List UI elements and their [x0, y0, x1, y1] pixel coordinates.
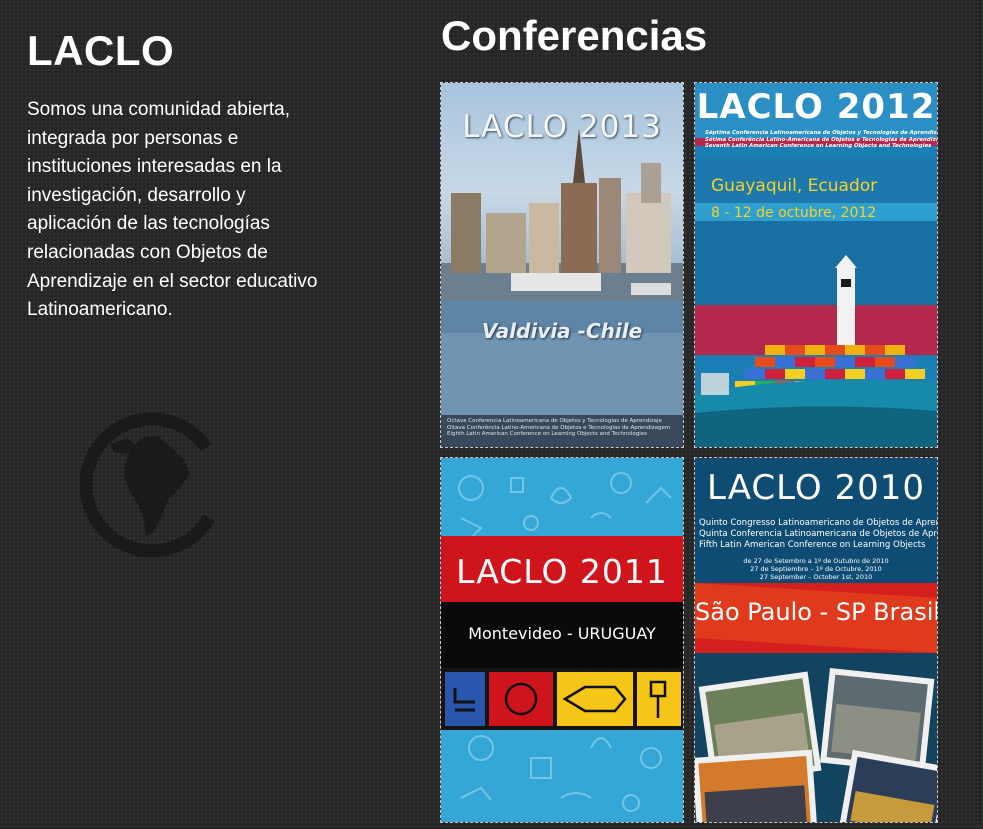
poster-location: São Paulo - SP Brasil — [695, 598, 937, 626]
conference-card-2013[interactable]: LACLO 2013 Valdivia -Chile Octava Confer… — [440, 82, 684, 448]
conferences-heading: Conferencias — [441, 12, 708, 59]
poster-2011: LACLO 2011 Montevideo - URUGUAY — [441, 458, 683, 822]
poster-location: Valdivia -Chile — [481, 319, 643, 343]
poster-dates: 8 - 12 de octubre, 2012 — [711, 205, 877, 221]
poster-title: LACLO 2010 — [707, 468, 925, 508]
poster-title: LACLO 2011 — [456, 552, 668, 591]
poster-subtitle: Séptima Conferencia Latinoamericana de O… — [705, 130, 937, 150]
laclo-globe-logo-icon — [80, 412, 225, 558]
sao-paulo-collage-image — [695, 458, 937, 822]
conference-card-2011[interactable]: LACLO 2011 Montevideo - URUGUAY — [440, 457, 684, 823]
conference-card-2010[interactable]: LACLO 2010 Quinto Congresso Latinoameric… — [694, 457, 938, 823]
poster-footer: Octava Conferencia Latinoamericana de Ob… — [447, 418, 671, 437]
poster-location: Montevideo - URUGUAY — [468, 624, 656, 643]
conference-card-2012[interactable]: LACLO 2012 Séptima Conferencia Latinoame… — [694, 82, 938, 448]
poster-2012: LACLO 2012 Séptima Conferencia Latinoame… — [695, 83, 937, 447]
poster-2010: LACLO 2010 Quinto Congresso Latinoameric… — [695, 458, 937, 822]
poster-location: Guayaquil, Ecuador — [711, 176, 878, 196]
poster-title: LACLO 2012 — [696, 87, 936, 127]
site-description: Somos una comunidad abierta, integrada p… — [27, 99, 318, 321]
poster-2013: LACLO 2013 Valdivia -Chile Octava Confer… — [441, 83, 683, 447]
site-title: LACLO — [27, 27, 175, 74]
poster-dates: de 27 de Setembro a 1º de Outubro de 201… — [743, 557, 889, 581]
poster-subtitle: Quinto Congresso Latinoamericano de Obje… — [699, 518, 937, 550]
poster-title: LACLO 2013 — [462, 109, 662, 145]
